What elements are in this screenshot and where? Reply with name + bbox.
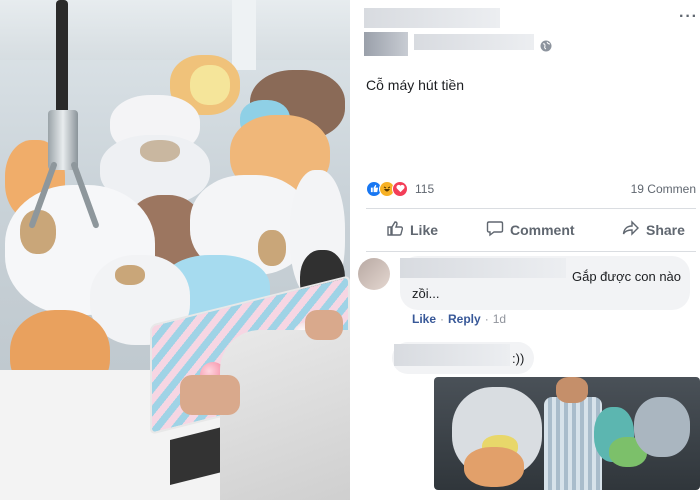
plush-toy xyxy=(258,230,286,266)
plush-toy xyxy=(464,447,524,487)
claw-cable xyxy=(56,0,68,120)
comment-button[interactable]: Comment xyxy=(486,218,575,242)
comment-like-link[interactable]: Like xyxy=(412,312,436,326)
claw-machine-photo[interactable]: 00 xyxy=(0,0,350,500)
post-meta-redacted xyxy=(414,34,534,50)
reply-text: :)) xyxy=(512,351,525,366)
author-name-redacted[interactable] xyxy=(364,8,500,28)
avatar[interactable] xyxy=(358,258,390,290)
reply-photo[interactable] xyxy=(434,377,700,490)
divider xyxy=(366,208,696,209)
replier-name-redacted[interactable] xyxy=(394,344,510,366)
globe-icon xyxy=(540,40,552,52)
hand xyxy=(305,310,343,340)
share-button[interactable]: Share xyxy=(622,218,685,242)
comment-reply-link[interactable]: Reply xyxy=(448,312,481,326)
hand xyxy=(180,375,240,415)
social-post: ··· Cỗ máy hút tiền 115 19 Commen Like C… xyxy=(350,0,700,500)
reaction-count: 115 xyxy=(415,182,435,196)
comment-count[interactable]: 19 Commen xyxy=(631,182,696,196)
person-in-plaid-shirt xyxy=(544,397,602,490)
separator-dot: · xyxy=(440,312,445,326)
plush-toy xyxy=(634,397,690,457)
divider xyxy=(366,251,696,252)
machine-ceiling xyxy=(0,0,350,60)
plush-toy xyxy=(115,265,145,285)
comment-text: Gắp được con nào zồi... xyxy=(412,269,682,301)
share-arrow-icon xyxy=(622,219,640,242)
love-reaction-icon xyxy=(392,181,408,197)
comment-bubble-icon xyxy=(486,219,504,242)
thumbs-up-icon xyxy=(386,219,404,242)
comment-label: Comment xyxy=(510,222,575,238)
like-button[interactable]: Like xyxy=(386,218,438,242)
comment-actions: Like · Reply · 1d xyxy=(412,312,506,326)
person-head xyxy=(556,377,588,403)
separator-dot: · xyxy=(484,312,489,326)
more-dots-icon[interactable]: ··· xyxy=(679,8,698,26)
author-meta-redacted xyxy=(364,32,408,56)
like-label: Like xyxy=(410,222,439,238)
plush-toy xyxy=(190,65,230,105)
sweater-sleeve xyxy=(220,330,350,500)
share-label: Share xyxy=(646,222,685,238)
glass-frame xyxy=(232,0,256,70)
plush-toy xyxy=(140,140,180,162)
post-text: Cỗ máy hút tiền xyxy=(366,77,465,93)
reactions-summary[interactable]: 115 xyxy=(366,180,434,198)
comment-timestamp[interactable]: 1d xyxy=(493,312,506,326)
